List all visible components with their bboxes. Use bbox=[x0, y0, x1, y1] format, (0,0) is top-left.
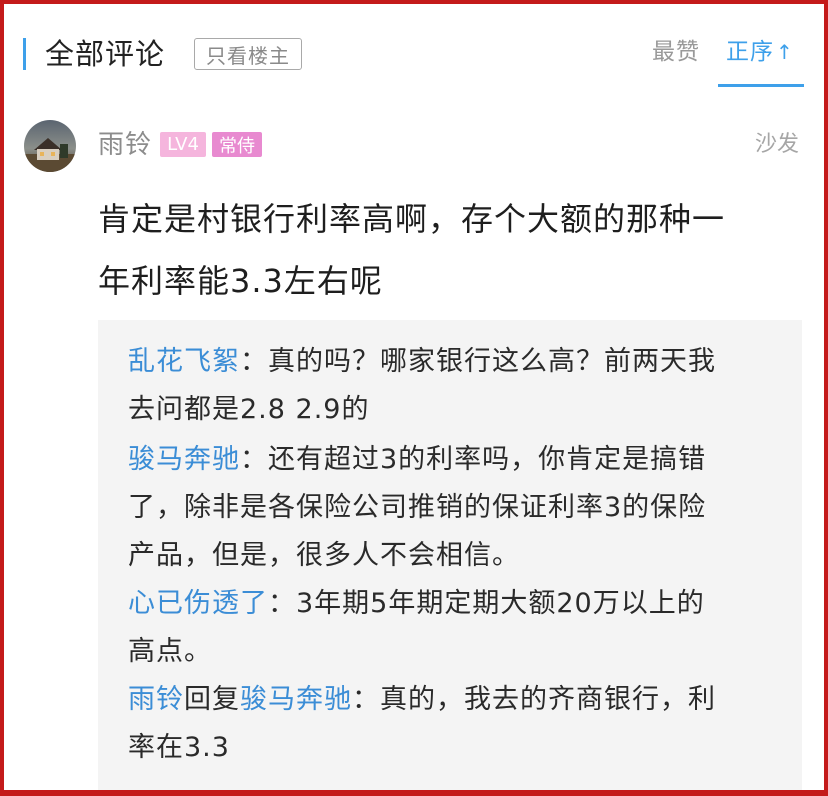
reply-item[interactable]: 乱花飞絮：真的吗？哪家银行这么高？前两天我 去问都是2.8 2.9的 bbox=[128, 338, 788, 434]
owner-only-button[interactable]: 只看楼主 bbox=[194, 38, 302, 70]
house-landscape-icon bbox=[24, 120, 76, 172]
level-badge: LV4 bbox=[160, 132, 206, 157]
reply-separator: ： bbox=[240, 346, 268, 377]
sort-asc-tab[interactable]: 正序 ↑ bbox=[726, 34, 794, 70]
reply-line: 心已伤透了：3年期5年期定期大额20万以上的 bbox=[128, 580, 788, 628]
reply-separator: ： bbox=[240, 444, 268, 475]
reply-text: 真的，我去的齐商银行，利 bbox=[380, 684, 716, 715]
reply-separator: ： bbox=[268, 588, 296, 619]
reply-line: 去问都是2.8 2.9的 bbox=[128, 394, 370, 425]
arrow-up-icon: ↑ bbox=[776, 40, 794, 64]
reply-author[interactable]: 骏马奔驰 bbox=[128, 444, 240, 475]
sort-hot-tab[interactable]: 最赞 bbox=[652, 34, 700, 70]
section-accent-bar bbox=[23, 38, 26, 70]
reply-item[interactable]: 雨铃回复骏马奔驰：真的，我去的齐商银行，利 率在3.3 bbox=[128, 676, 788, 772]
title-badge: 常侍 bbox=[212, 132, 262, 157]
comment-body: 肯定是村银行利率高啊，存个大额的那种一 年利率能3.3左右呢 bbox=[98, 188, 788, 312]
reply-text: 真的吗？哪家银行这么高？前两天我 bbox=[268, 346, 716, 377]
reply-text: 3年期5年期定期大额20万以上的 bbox=[296, 588, 705, 619]
reply-text: 还有超过3的利率吗，你肯定是搞错 bbox=[268, 444, 707, 475]
avatar[interactable] bbox=[24, 120, 76, 172]
reply-item[interactable]: 心已伤透了：3年期5年期定期大额20万以上的 高点。 bbox=[128, 580, 788, 676]
reply-author[interactable]: 心已伤透了 bbox=[128, 588, 268, 619]
reply-item[interactable]: 骏马奔驰：还有超过3的利率吗，你肯定是搞错 了，除非是各保险公司推销的保证利率3… bbox=[128, 436, 788, 580]
sort-asc-label: 正序 bbox=[726, 39, 774, 65]
section-title: 全部评论 bbox=[45, 37, 166, 71]
reply-author[interactable]: 雨铃 bbox=[128, 684, 184, 715]
reply-line: 率在3.3 bbox=[128, 732, 230, 763]
reply-line: 产品，但是，很多人不会相信。 bbox=[128, 540, 520, 571]
comment-body-line: 肯定是村银行利率高啊，存个大额的那种一 bbox=[98, 200, 726, 238]
reply-target[interactable]: 骏马奔驰 bbox=[240, 684, 352, 715]
floor-label: 沙发 bbox=[755, 132, 800, 157]
reply-word: 回复 bbox=[184, 684, 240, 715]
comment-body-line: 年利率能3.3左右呢 bbox=[98, 262, 383, 300]
reply-author[interactable]: 乱花飞絮 bbox=[128, 346, 240, 377]
reply-line: 骏马奔驰：还有超过3的利率吗，你肯定是搞错 bbox=[128, 436, 788, 484]
reply-line: 雨铃回复骏马奔驰：真的，我去的齐商银行，利 bbox=[128, 676, 788, 724]
reply-line: 高点。 bbox=[128, 636, 212, 667]
active-tab-underline bbox=[718, 84, 804, 87]
reply-line: 了，除非是各保险公司推销的保证利率3的保险 bbox=[128, 492, 707, 523]
comment-username[interactable]: 雨铃 bbox=[98, 126, 152, 164]
reply-separator: ： bbox=[352, 684, 380, 715]
reply-line: 乱花飞絮：真的吗？哪家银行这么高？前两天我 bbox=[128, 338, 788, 386]
comments-header: 全部评论 只看楼主 最赞 正序 ↑ bbox=[0, 0, 828, 96]
